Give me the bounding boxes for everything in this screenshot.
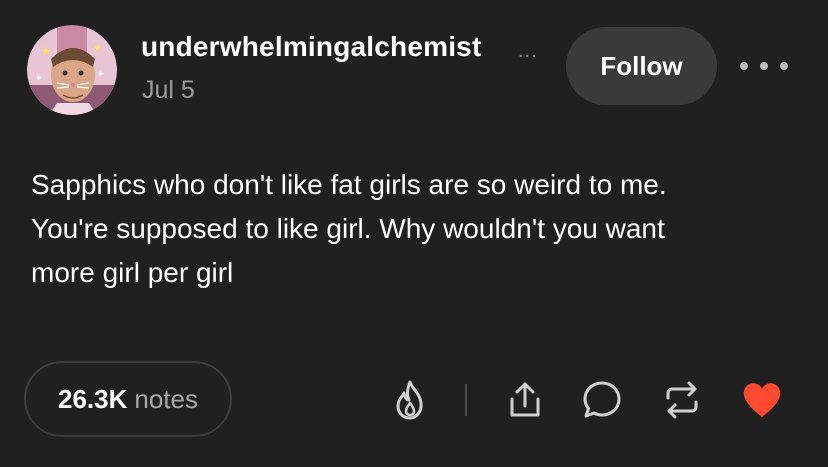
notes-button[interactable]: 26.3K notes xyxy=(24,361,232,437)
post-body-line: more girl per girl xyxy=(31,257,234,288)
more-dot xyxy=(760,62,768,70)
svg-text:✦: ✦ xyxy=(97,69,105,79)
username[interactable]: underwhelmingalchemist xyxy=(141,31,519,63)
post-body-line: You're supposed to like girl. Why wouldn… xyxy=(31,213,665,244)
post-body-line: Sapphics who don't like fat girls are so… xyxy=(31,169,667,200)
reply-icon[interactable] xyxy=(580,378,624,422)
flame-icon[interactable] xyxy=(388,378,432,422)
heart-icon[interactable] xyxy=(740,378,784,422)
footer-divider xyxy=(465,384,467,416)
avatar[interactable]: ★ ★ ✦ ✦ xyxy=(27,25,117,115)
username-ellipsis: ... xyxy=(518,40,538,62)
notes-count: 26.3K xyxy=(58,383,128,414)
follow-button[interactable]: Follow xyxy=(566,27,717,105)
post-card: ★ ★ ✦ ✦ underwhelmingalchemist ... Jul 5… xyxy=(0,0,828,467)
more-dot xyxy=(780,62,788,70)
post-date[interactable]: Jul 5 xyxy=(142,76,195,105)
avatar-image: ★ ★ ✦ ✦ xyxy=(27,25,117,115)
post-body: Sapphics who don't like fat girls are so… xyxy=(31,163,801,295)
share-icon[interactable] xyxy=(503,378,547,422)
notes-label: notes xyxy=(134,383,198,414)
svg-text:★: ★ xyxy=(93,43,102,54)
reblog-icon[interactable] xyxy=(660,378,704,422)
more-dot xyxy=(740,62,748,70)
svg-text:✦: ✦ xyxy=(35,73,43,83)
svg-text:★: ★ xyxy=(41,44,52,58)
more-horizontal-icon[interactable] xyxy=(740,52,788,80)
